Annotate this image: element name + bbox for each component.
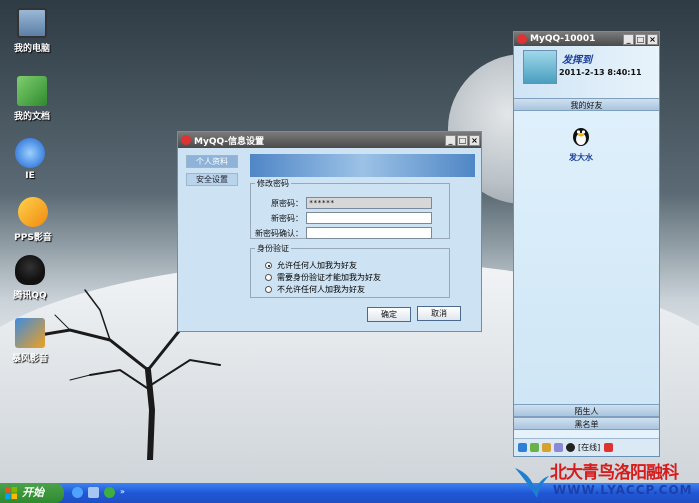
qq-titlebar[interactable]: MyQQ-10001 _ □ ×: [514, 32, 659, 46]
radio-button[interactable]: [265, 286, 272, 293]
qq-title: MyQQ-10001: [530, 34, 596, 44]
nav-profile[interactable]: 个人资料: [186, 155, 238, 168]
watermark-url: WWW.LYACCP.COM: [553, 483, 693, 497]
windows-logo-icon: [5, 487, 17, 499]
group-my-friends[interactable]: 我的好友: [514, 98, 659, 111]
bird-logo-icon: [515, 468, 549, 498]
radio-button[interactable]: [265, 274, 272, 281]
old-password-row: 原密码： ******: [251, 197, 432, 209]
qq-penguin-icon: [573, 128, 589, 146]
desktop-icon-ie[interactable]: IE: [0, 138, 60, 181]
close-button[interactable]: ×: [647, 33, 658, 45]
desktop-icon-label: 我的电脑: [13, 44, 50, 54]
nav-security[interactable]: 安全设置: [186, 173, 238, 186]
new-password-field[interactable]: [306, 212, 432, 224]
info-settings-dialog: MyQQ-信息设置 _ □ × 个人资料 安全设置 修改密码 原密码： ****…: [177, 131, 482, 332]
ie-icon[interactable]: [72, 487, 83, 498]
old-password-label: 原密码：: [271, 198, 303, 208]
auth-option-deny-all[interactable]: 不允许任何人加我为好友: [265, 284, 365, 295]
music-icon[interactable]: [518, 443, 527, 452]
ok-button[interactable]: 确定: [367, 307, 411, 322]
friend-name: 发大水: [569, 153, 593, 162]
avatar[interactable]: [523, 50, 557, 84]
mail-icon[interactable]: [530, 443, 539, 452]
cancel-button[interactable]: 取消: [417, 306, 461, 321]
maximize-button[interactable]: □: [635, 33, 646, 45]
qq-penguin-icon: [15, 255, 45, 285]
desktop-icon-label: 暴风影音: [11, 354, 48, 364]
file-icon[interactable]: [542, 443, 551, 452]
watermark: 北大青鸟洛阳融科 WWW.LYACCP.COM: [505, 458, 699, 503]
desktop-icon-label: 腾讯QQ: [13, 291, 47, 301]
desktop-icon-qq[interactable]: 腾讯QQ: [0, 255, 60, 301]
radio-button[interactable]: [265, 262, 272, 269]
dialog-nav: 个人资料 安全设置: [186, 155, 238, 191]
confirm-password-field[interactable]: [306, 227, 432, 239]
start-label: 开始: [22, 486, 44, 499]
password-group: 修改密码 原密码： ****** 新密码： 新密码确认：: [250, 178, 450, 239]
auth-option-label: 不允许任何人加我为好友: [277, 285, 365, 294]
qq-penguin-icon: [517, 34, 527, 44]
qq-toolbar: [在线]: [514, 438, 659, 456]
sound-icon[interactable]: [554, 443, 563, 452]
desktop: 我的电脑 我的文档 IE PPS影音 腾讯QQ 暴风影音 MyQQ-信息设置 _…: [0, 0, 699, 483]
desktop-icon-label: PPS影音: [14, 233, 52, 243]
desktop-icon-label: 我的文档: [13, 112, 50, 122]
desktop-icon-my-documents[interactable]: 我的文档: [2, 76, 62, 122]
auth-option-verify[interactable]: 需要身份验证才能加我为好友: [265, 272, 381, 283]
desktop-icon-my-computer[interactable]: 我的电脑: [2, 8, 62, 54]
dialog-titlebar[interactable]: MyQQ-信息设置 _ □ ×: [178, 132, 481, 148]
desktop-icon-baofeng[interactable]: 暴风影音: [0, 318, 60, 364]
auth-option-label: 允许任何人加我为好友: [277, 261, 357, 270]
new-password-label: 新密码：: [271, 213, 303, 223]
minimize-button[interactable]: _: [445, 134, 456, 146]
qq-penguin-icon: [181, 135, 191, 145]
qq-profile-header: 发挥到 2011-2-13 8:40:11: [514, 46, 659, 98]
dialog-banner: [250, 154, 475, 177]
baofeng-icon: [15, 318, 45, 348]
friend-list: 发大水: [514, 111, 659, 404]
minimize-button[interactable]: _: [623, 33, 634, 45]
pps-icon: [18, 197, 48, 227]
qq-nickname: 发挥到: [562, 55, 592, 66]
auth-option-label: 需要身份验证才能加我为好友: [277, 273, 381, 282]
media-icon[interactable]: [104, 487, 115, 498]
desktop-icon-label: IE: [25, 171, 35, 181]
qq-penguin-icon[interactable]: [566, 443, 575, 452]
auth-option-allow-all[interactable]: 允许任何人加我为好友: [265, 260, 357, 271]
close-icon[interactable]: [604, 443, 614, 452]
desktop-icon[interactable]: [88, 487, 99, 498]
ie-icon: [15, 138, 45, 168]
start-button[interactable]: 开始: [0, 483, 64, 503]
new-password-row: 新密码：: [251, 212, 432, 224]
confirm-password-row: 新密码确认：: [251, 227, 432, 239]
computer-icon: [17, 8, 47, 38]
auth-group-legend: 身份验证: [257, 244, 289, 253]
old-password-field[interactable]: ******: [306, 197, 432, 209]
friend-item[interactable]: 发大水: [569, 125, 593, 163]
watermark-text: 北大青鸟洛阳融科: [550, 463, 679, 483]
close-button[interactable]: ×: [469, 134, 480, 146]
chevron-right-icon[interactable]: »: [120, 487, 126, 498]
group-strangers[interactable]: 陌生人: [514, 404, 659, 417]
confirm-password-label: 新密码确认：: [255, 228, 303, 238]
auth-group: 身份验证 允许任何人加我为好友 需要身份验证才能加我为好友 不允许任何人加我为好…: [250, 243, 450, 298]
status-dropdown[interactable]: [在线]: [578, 442, 600, 453]
maximize-button[interactable]: □: [457, 134, 468, 146]
group-blacklist[interactable]: 黑名单: [514, 417, 659, 430]
password-group-legend: 修改密码: [257, 179, 289, 188]
dialog-title: MyQQ-信息设置: [194, 136, 265, 147]
qq-datetime: 2011-2-13 8:40:11: [559, 68, 642, 77]
qq-main-panel: MyQQ-10001 _ □ × 发挥到 2011-2-13 8:40:11 我…: [513, 31, 660, 457]
documents-icon: [17, 76, 47, 106]
desktop-icon-pps[interactable]: PPS影音: [3, 197, 63, 243]
